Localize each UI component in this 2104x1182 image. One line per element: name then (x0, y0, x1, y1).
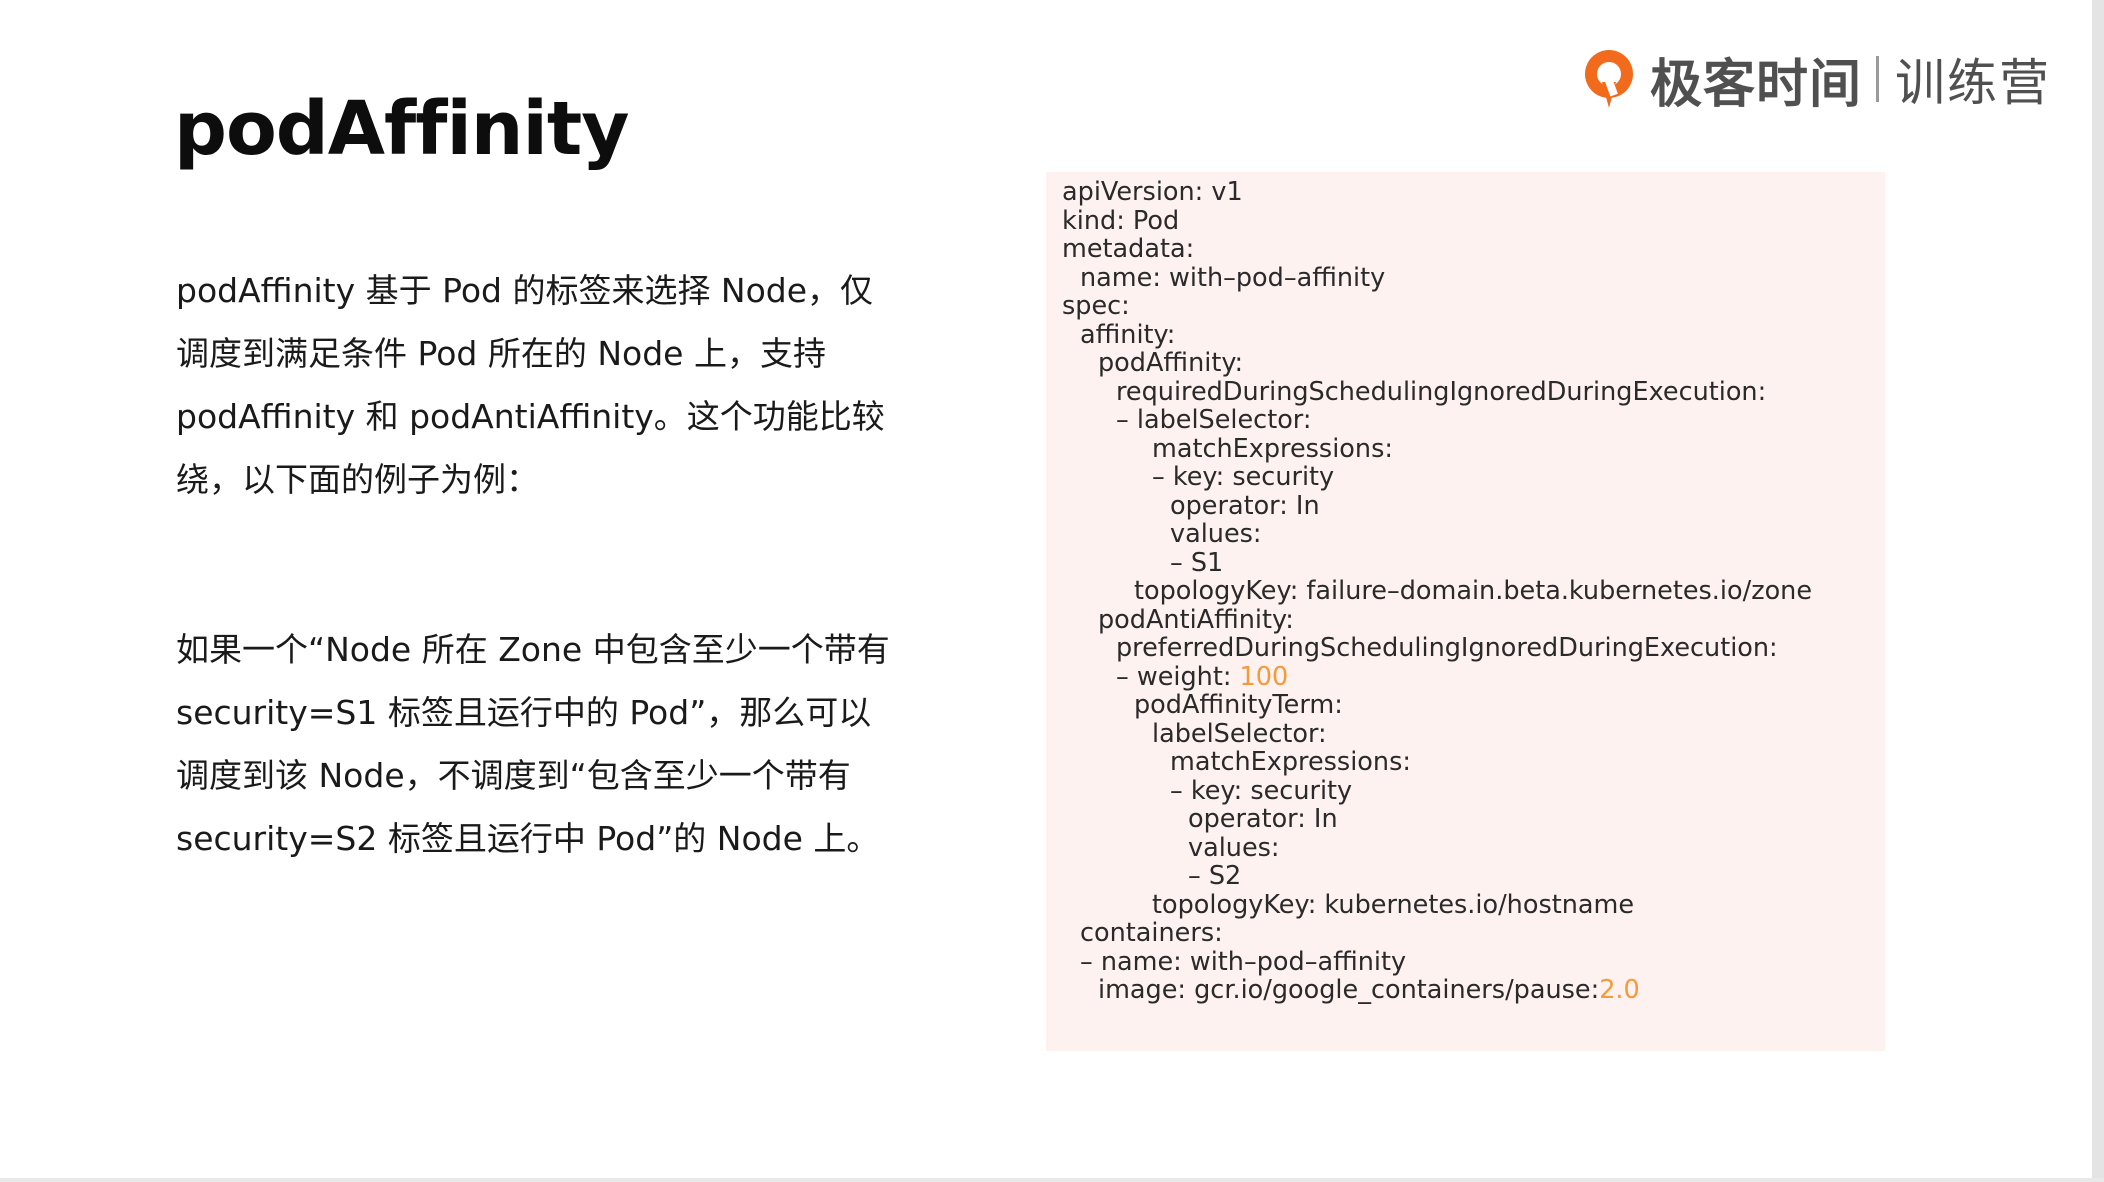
code-line: operator: In (1062, 805, 1885, 834)
right-edge-strip (2092, 0, 2104, 1182)
code-text: apiVersion: v1 (1062, 177, 1243, 207)
code-text: operator: In (1188, 804, 1338, 834)
code-text: operator: In (1170, 490, 1320, 521)
code-line: operator: In (1062, 490, 1885, 521)
code-line: values: (1062, 520, 1885, 549)
code-text: matchExpressions: (1170, 747, 1411, 777)
code-line: metadata: (1062, 235, 1885, 264)
code-text: topologyKey: kubernetes.io/hostname (1152, 889, 1635, 920)
code-line: matchExpressions: (1062, 748, 1885, 777)
code-text: metadata: (1062, 234, 1195, 264)
code-text: preferredDuringSchedulingIgnoredDuringEx… (1116, 633, 1778, 663)
code-line: containers: (1062, 919, 1885, 948)
code-text: – weight: (1116, 661, 1240, 692)
bottom-edge-strip (0, 1178, 2104, 1182)
code-text: – key: security (1152, 462, 1335, 492)
code-text: affinity: (1080, 319, 1176, 350)
brand-subtitle: 训练营 (1895, 54, 2052, 112)
code-line: topologyKey: kubernetes.io/hostname (1062, 889, 1885, 920)
code-line: matchExpressions: (1062, 433, 1885, 464)
code-text: podAffinityTerm: (1134, 690, 1343, 720)
code-line: podAffinity: (1062, 349, 1885, 378)
code-text: values: (1188, 832, 1280, 863)
code-line: labelSelector: (1062, 718, 1885, 749)
code-text: values: (1170, 519, 1262, 549)
code-line: – key: security (1062, 463, 1885, 492)
code-line: podAntiAffinity: (1062, 604, 1885, 635)
code-line: – name: with–pod–affinity (1062, 946, 1885, 977)
code-text: podAntiAffinity: (1098, 604, 1294, 635)
code-line: image: gcr.io/google_containers/pause:2.… (1062, 976, 1885, 1005)
code-text: name: with–pod–affinity (1080, 262, 1386, 293)
code-line: – S1 (1062, 547, 1885, 578)
code-text: kind: Pod (1062, 205, 1180, 236)
code-line: name: with–pod–affinity (1062, 262, 1885, 293)
code-line: topologyKey: failure–domain.beta.kuberne… (1062, 577, 1885, 606)
description-paragraph-2: 如果一个“Node 所在 Zone 中包含至少一个带有 security=S1 … (176, 630, 890, 858)
code-line: – labelSelector: (1062, 406, 1885, 435)
code-line: – S2 (1062, 862, 1885, 891)
code-line: – weight: 100 (1062, 661, 1885, 692)
code-text: image: gcr.io/google_containers/pause: (1098, 975, 1600, 1005)
page-title: podAffinity (174, 86, 629, 172)
code-line: kind: Pod (1062, 205, 1885, 236)
code-text: – name: with–pod–affinity (1080, 946, 1407, 977)
code-line: preferredDuringSchedulingIgnoredDuringEx… (1062, 634, 1885, 663)
code-line: values: (1062, 832, 1885, 863)
code-line: podAffinityTerm: (1062, 691, 1885, 720)
code-line: apiVersion: v1 (1062, 178, 1885, 207)
code-text: labelSelector: (1152, 718, 1327, 749)
code-text: – S1 (1170, 547, 1224, 578)
code-text: spec: (1062, 291, 1130, 321)
code-text: matchExpressions: (1152, 433, 1393, 464)
code-text: topologyKey: failure–domain.beta.kuberne… (1134, 576, 1813, 606)
code-text: podAffinity: (1098, 348, 1244, 378)
code-line: requiredDuringSchedulingIgnoredDuringExe… (1062, 376, 1885, 407)
code-text: – S2 (1188, 861, 1242, 891)
code-text: – key: security (1170, 775, 1353, 806)
code-line: – key: security (1062, 775, 1885, 806)
code-text: containers: (1080, 918, 1223, 948)
geektime-logo-icon (1585, 50, 1633, 108)
description-paragraph-1: podAffinity 基于 Pod 的标签来选择 Node，仅调度到满足条件 … (176, 271, 885, 499)
brand-header: 极客时间 训练营 (1580, 44, 2052, 115)
yaml-code-block: apiVersion: v1 kind: Pod metadata: name: wi… (1046, 172, 1885, 1051)
brand-name: 极客时间 (1650, 54, 1863, 115)
code-line: affinity: (1062, 319, 1885, 350)
code-text: – labelSelector: (1116, 405, 1312, 435)
code-number: 2.0 (1599, 975, 1640, 1005)
code-text: requiredDuringSchedulingIgnoredDuringExe… (1116, 376, 1767, 407)
code-line: spec: (1062, 292, 1885, 321)
slide: 极客时间 训练营 podAffinity podAffinity 基于 Pod … (0, 0, 2104, 1182)
code-number: 100 (1239, 661, 1289, 692)
brand-divider (1876, 56, 1880, 102)
